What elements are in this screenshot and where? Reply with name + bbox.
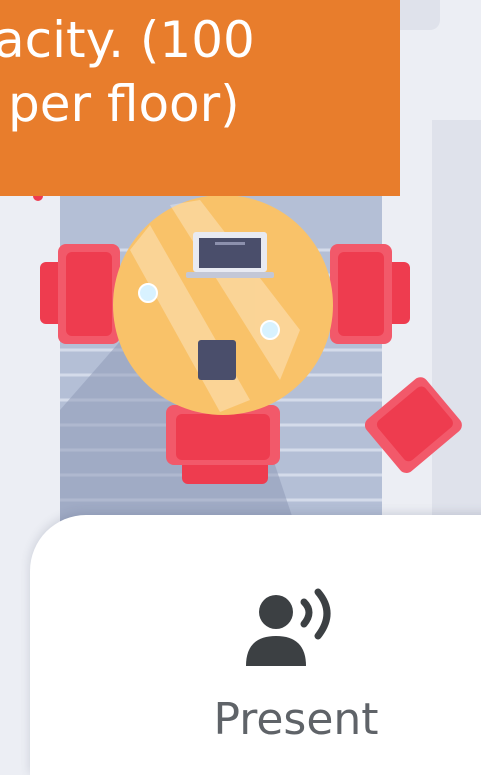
present-voice-icon xyxy=(246,588,331,666)
round-table xyxy=(113,195,333,415)
chair-left xyxy=(40,244,120,344)
cup-left xyxy=(138,283,158,303)
capacity-banner-line2: per floor) xyxy=(8,75,240,133)
capacity-banner: acity. (100 per floor) xyxy=(0,0,400,196)
present-label: Present xyxy=(213,694,379,745)
cup-right xyxy=(260,320,280,340)
laptop xyxy=(186,232,274,278)
notebook xyxy=(198,340,236,380)
chair-right xyxy=(330,244,410,344)
capacity-banner-line1: acity. (100 xyxy=(0,11,255,69)
chair-bottom xyxy=(166,405,280,484)
